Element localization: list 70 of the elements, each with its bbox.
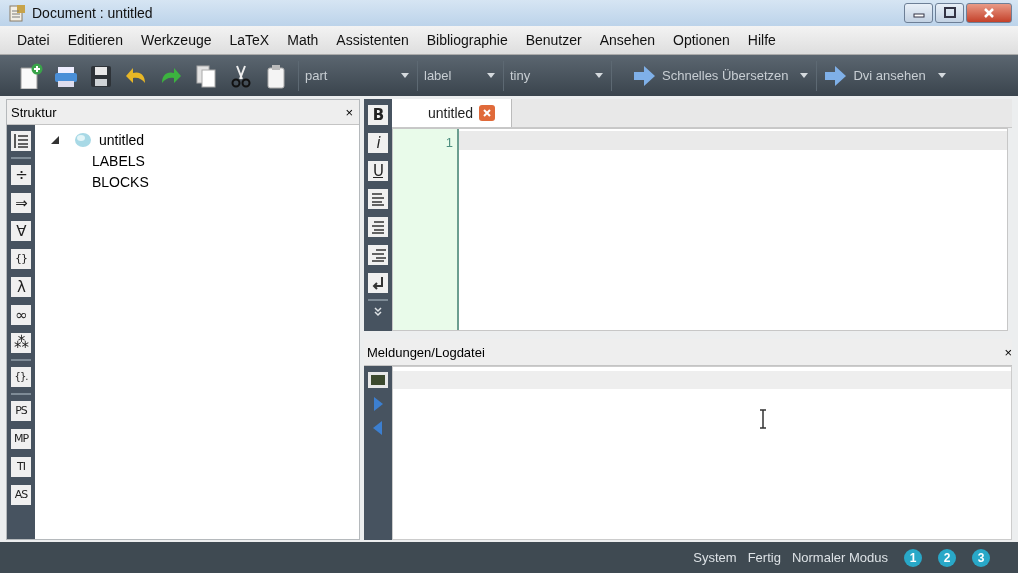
combo-box[interactable]: tiny xyxy=(503,60,611,91)
return-icon[interactable] xyxy=(368,273,388,293)
window-title: Document : untitled xyxy=(32,5,154,21)
chevron-down-icon[interactable] xyxy=(373,307,383,317)
menu-item[interactable]: Editieren xyxy=(58,32,132,48)
menu-item[interactable]: Hilfe xyxy=(738,32,785,48)
close-button[interactable]: × xyxy=(345,104,353,120)
menu-item[interactable]: Werkzeuge xyxy=(131,32,221,48)
tool-button[interactable]: ⇒ xyxy=(11,193,31,213)
tool-button[interactable]: PS xyxy=(11,401,31,421)
action-button[interactable]: Schnelles Übersetzen xyxy=(656,60,795,91)
panel-title: Meldungen/Logdatei xyxy=(367,344,485,360)
menu-item[interactable]: Assistenten xyxy=(327,32,418,48)
arrow-right-icon[interactable] xyxy=(632,64,656,87)
menu-item[interactable]: Optionen xyxy=(664,32,739,48)
arrow-right-icon[interactable] xyxy=(823,64,848,87)
menu-item[interactable]: Ansehen xyxy=(590,32,664,48)
status-text: Normaler Modus xyxy=(791,550,888,565)
menu-item[interactable]: Math xyxy=(278,32,328,48)
panel-title: Struktur xyxy=(11,104,57,120)
tool-button[interactable]: {}. xyxy=(11,367,31,387)
close-button[interactable]: × xyxy=(1004,344,1012,360)
dropdown-arrow-icon[interactable] xyxy=(487,73,495,78)
terminal-icon[interactable] xyxy=(368,372,388,388)
expanded-triangle-icon[interactable] xyxy=(51,135,59,144)
tool-button[interactable]: ÷ xyxy=(11,165,31,185)
dropdown-arrow-icon[interactable] xyxy=(800,73,809,78)
maximize-button[interactable] xyxy=(935,3,964,23)
new-document-icon[interactable] xyxy=(18,62,44,89)
close-icon xyxy=(982,7,996,19)
status-text: System xyxy=(693,550,737,565)
dropdown-arrow-icon[interactable] xyxy=(595,73,603,78)
tool-button[interactable]: ⁂ xyxy=(11,333,31,353)
action-button[interactable]: Dvi ansehen xyxy=(847,60,932,91)
dropdown-arrow-icon[interactable] xyxy=(937,73,946,78)
combo-box[interactable]: label xyxy=(417,60,503,91)
maximize-icon xyxy=(942,7,957,19)
copy-icon[interactable] xyxy=(193,62,219,89)
tool-button[interactable]: U xyxy=(368,161,388,181)
tool-button[interactable]: ∞ xyxy=(11,305,31,325)
status-text: Fertig xyxy=(747,550,781,565)
combo-box[interactable]: part xyxy=(298,60,417,91)
tool-button[interactable]: i xyxy=(368,133,388,153)
close-button[interactable] xyxy=(966,3,1012,23)
align-left-icon[interactable] xyxy=(368,189,388,209)
tree-item[interactable]: LABELS xyxy=(92,152,145,169)
text-cursor-icon xyxy=(759,409,767,429)
tab-close-icon[interactable] xyxy=(479,105,496,121)
tree-item[interactable]: BLOCKS xyxy=(92,173,149,190)
app-icon xyxy=(8,4,26,22)
tool-button[interactable]: TI xyxy=(11,457,31,477)
line-number: 1 xyxy=(444,135,453,150)
editor-tab[interactable]: untitled xyxy=(392,99,513,127)
menu-item[interactable]: LaTeX xyxy=(220,32,279,48)
tool-button[interactable]: ∀ xyxy=(11,221,31,241)
align-right-icon[interactable] xyxy=(368,245,388,265)
menu-item[interactable]: Datei xyxy=(8,32,59,48)
minimize-button[interactable] xyxy=(904,3,933,23)
tool-button[interactable]: λ xyxy=(11,277,31,297)
tool-button[interactable]: {} xyxy=(11,249,31,269)
tool-button[interactable]: B xyxy=(368,105,388,125)
document-icon xyxy=(73,131,93,148)
tool-button[interactable]: MP xyxy=(11,429,31,449)
list-icon[interactable] xyxy=(11,131,31,151)
menu-item[interactable]: Bibliographie xyxy=(417,32,517,48)
menu-item[interactable]: Benutzer xyxy=(516,32,591,48)
tool-button[interactable]: AS xyxy=(11,485,31,505)
align-center-icon[interactable] xyxy=(368,217,388,237)
tree-item[interactable]: untitled xyxy=(99,131,145,148)
dropdown-arrow-icon[interactable] xyxy=(401,73,409,78)
